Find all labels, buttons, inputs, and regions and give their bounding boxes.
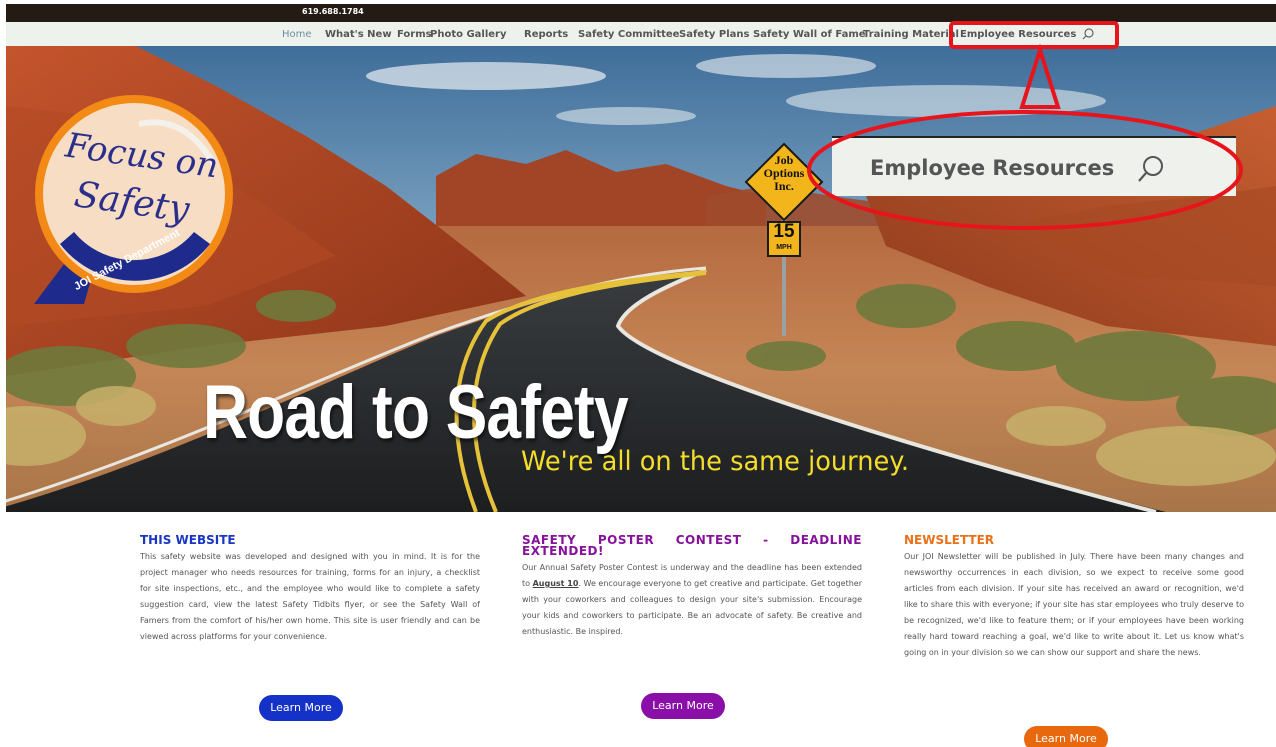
sign-speed: 15 — [773, 221, 795, 242]
column-heading: NEWSLETTER — [904, 533, 995, 547]
hero-title: Road to Safety — [203, 370, 629, 455]
zoom-callout: Employee Resources — [832, 136, 1236, 196]
column-newsletter: NEWSLETTER Our JOI Newsletter will be pu… — [904, 533, 1244, 661]
learn-more-button-newsletter[interactable]: Learn More — [1024, 726, 1108, 747]
hero-banner: Job Options Inc. 15 MPH Focus on Safety … — [6, 46, 1276, 512]
search-icon[interactable] — [1081, 27, 1095, 41]
nav-item-training-material[interactable]: Training Material — [863, 29, 959, 40]
column-body: This safety website was developed and de… — [140, 552, 480, 641]
nav-item-reports[interactable]: Reports — [524, 29, 568, 40]
column-body: Our Annual Safety Poster Contest is unde… — [522, 563, 863, 636]
learn-more-button-website[interactable]: Learn More — [259, 695, 343, 721]
column-this-website: THIS WEBSITE This safety website was dev… — [140, 533, 480, 645]
column-heading: SAFETY POSTER CONTEST - DEADLINE EXTENDE… — [522, 533, 862, 558]
top-bar: 619.688.1784 — [6, 4, 1276, 22]
phone-number[interactable]: 619.688.1784 — [302, 7, 364, 16]
nav-item-safety-wall-of-fame[interactable]: Safety Wall of Fame — [753, 29, 866, 40]
nav-item-safety-committee[interactable]: Safety Committee — [578, 29, 679, 40]
nav-item-safety-plans[interactable]: Safety Plans — [679, 29, 749, 40]
nav-item-forms[interactable]: Forms — [397, 29, 432, 40]
zoom-search-icon — [1138, 156, 1163, 182]
nav-item-whats-new[interactable]: What's New — [325, 29, 392, 40]
focus-on-safety-logo: Focus on Safety JOI Safety Department — [34, 94, 234, 314]
sign-inc: Inc. — [774, 179, 794, 193]
hero-subtitle: We're all on the same journey. — [521, 446, 909, 477]
main-nav: Home What's New Forms Photo Gallery Repo… — [6, 22, 1276, 46]
zoom-callout-label: Employee Resources — [870, 156, 1115, 180]
column-heading: THIS WEBSITE — [140, 533, 236, 547]
learn-more-button-poster[interactable]: Learn More — [641, 693, 725, 719]
column-body: Our JOI Newsletter will be published in … — [904, 552, 1244, 657]
nav-item-employee-resources[interactable]: Employee Resources — [960, 29, 1076, 40]
deadline-date: August 10 — [532, 579, 579, 588]
column-poster-contest: SAFETY POSTER CONTEST - DEADLINE EXTENDE… — [522, 533, 863, 640]
nav-item-home[interactable]: Home — [282, 29, 312, 40]
sign-unit: MPH — [776, 244, 792, 251]
nav-item-photo-gallery[interactable]: Photo Gallery — [430, 29, 507, 40]
